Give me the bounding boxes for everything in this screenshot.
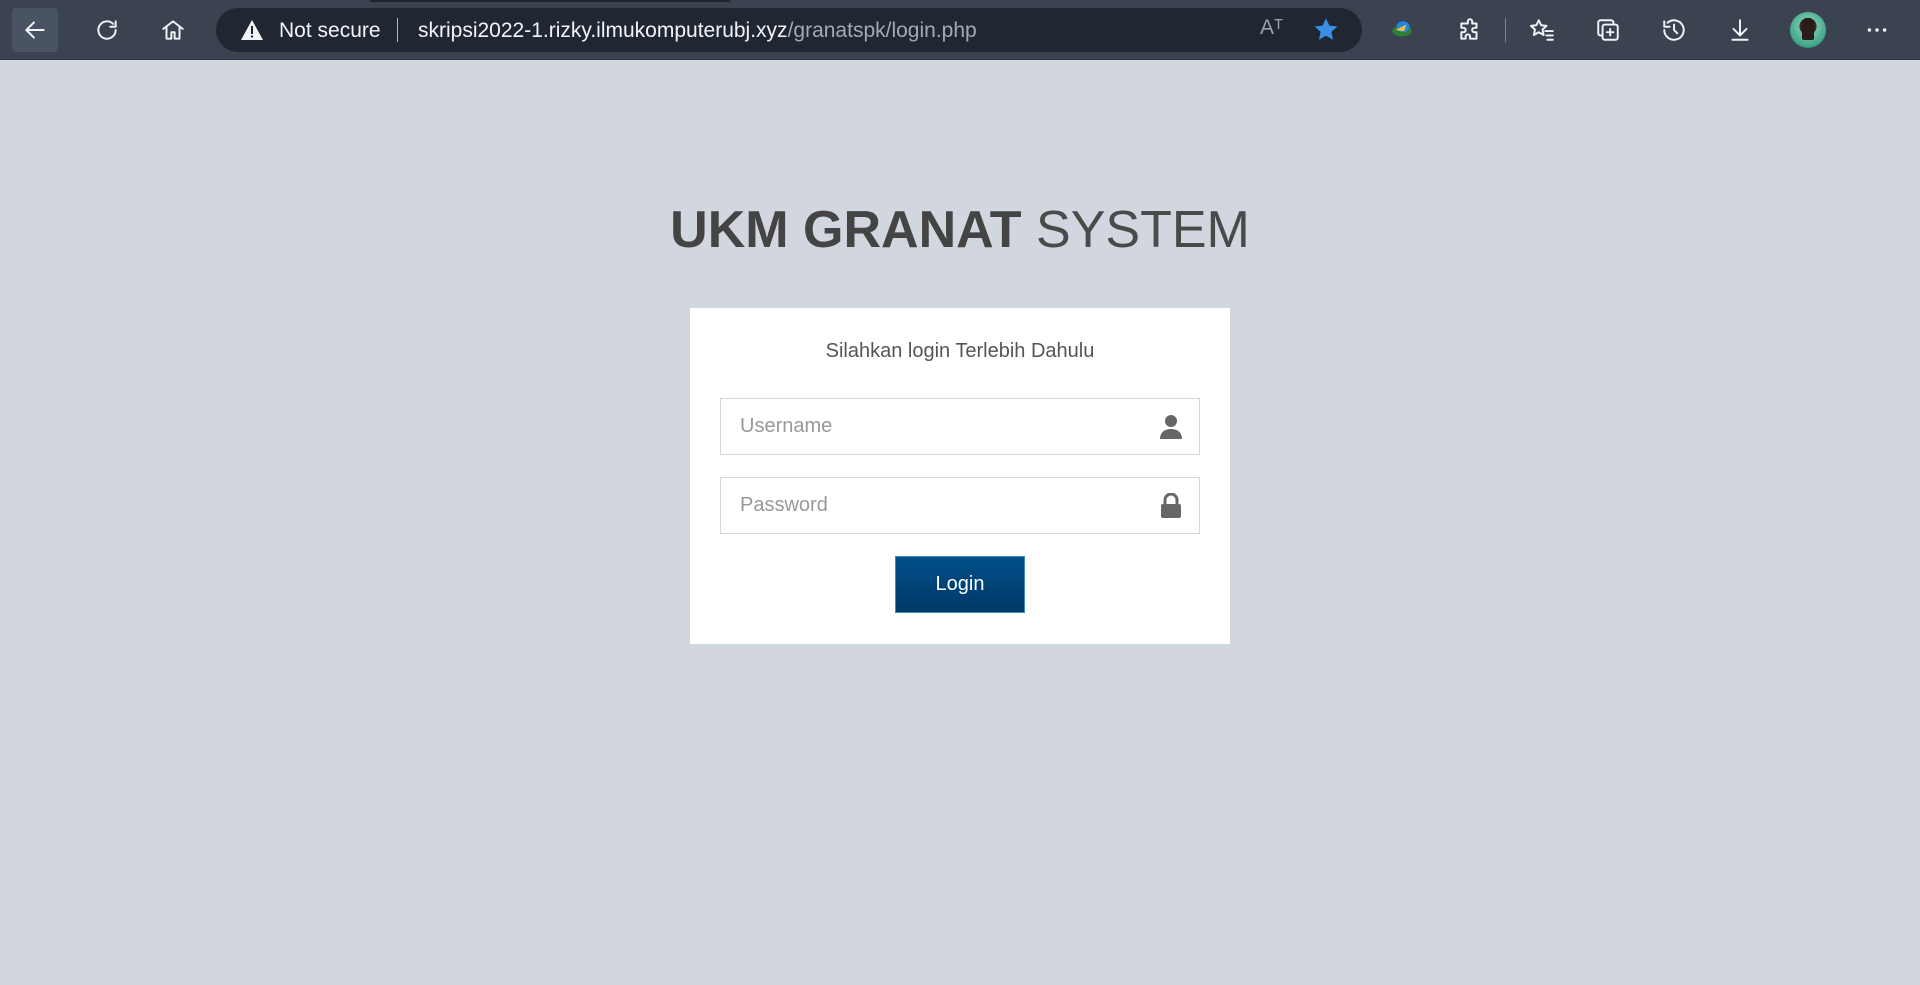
username-field[interactable] xyxy=(720,398,1200,455)
url-host: skripsi2022-1.rizky.ilmukomputerubj.xyz xyxy=(418,19,788,42)
toolbar-divider xyxy=(1505,18,1506,42)
back-arrow-icon xyxy=(25,21,45,39)
reload-icon xyxy=(97,20,117,40)
address-bar[interactable]: Not secure skripsi2022-1.rizky.ilmukompu… xyxy=(216,8,1362,52)
downloads-button[interactable] xyxy=(1720,10,1760,50)
lock-icon xyxy=(1161,493,1181,518)
reload-button[interactable] xyxy=(84,8,130,52)
collections-button[interactable] xyxy=(1588,10,1628,50)
address-separator xyxy=(397,18,398,42)
avatar[interactable] xyxy=(1790,12,1826,48)
url-path: /granatspk/login.php xyxy=(787,19,977,42)
favorites-list-icon xyxy=(1529,19,1554,41)
puzzle-icon xyxy=(1460,18,1478,40)
collections-icon xyxy=(1597,19,1619,41)
favorites-button[interactable] xyxy=(1522,10,1562,50)
more-menu-button[interactable] xyxy=(1857,10,1897,50)
history-button[interactable] xyxy=(1654,10,1694,50)
user-icon xyxy=(1160,415,1182,439)
page-title: UKM GRANAT SYSTEM xyxy=(0,200,1920,260)
download-icon xyxy=(1731,19,1749,41)
security-label[interactable]: Not secure xyxy=(279,19,381,43)
read-aloud-icon[interactable]: Aᵀ xyxy=(1260,16,1283,40)
browser-toolbar: Not secure skripsi2022-1.rizky.ilmukompu… xyxy=(0,0,1920,60)
url-text[interactable]: skripsi2022-1.rizky.ilmukomputerubj.xyz/… xyxy=(418,19,977,43)
back-button[interactable] xyxy=(12,8,58,52)
page-title-light: SYSTEM xyxy=(1021,201,1250,259)
login-button[interactable]: Login xyxy=(895,556,1025,613)
home-button[interactable] xyxy=(150,8,196,52)
password-input[interactable] xyxy=(721,478,1141,533)
tab-strip xyxy=(370,0,730,2)
warning-icon xyxy=(241,20,263,40)
page-title-strong: UKM GRANAT xyxy=(670,201,1022,259)
login-box: Silahkan login Terlebih Dahulu Login xyxy=(690,308,1230,644)
login-message: Silahkan login Terlebih Dahulu xyxy=(825,340,1095,362)
idm-extension-button[interactable] xyxy=(1382,10,1422,50)
extensions-button[interactable] xyxy=(1450,10,1490,50)
star-icon[interactable] xyxy=(1312,16,1340,44)
idm-extension-icon xyxy=(1392,21,1412,37)
username-input[interactable] xyxy=(721,399,1141,454)
home-icon xyxy=(162,20,184,40)
more-icon xyxy=(1867,28,1887,32)
password-field[interactable] xyxy=(720,477,1200,534)
history-icon xyxy=(1663,19,1685,41)
